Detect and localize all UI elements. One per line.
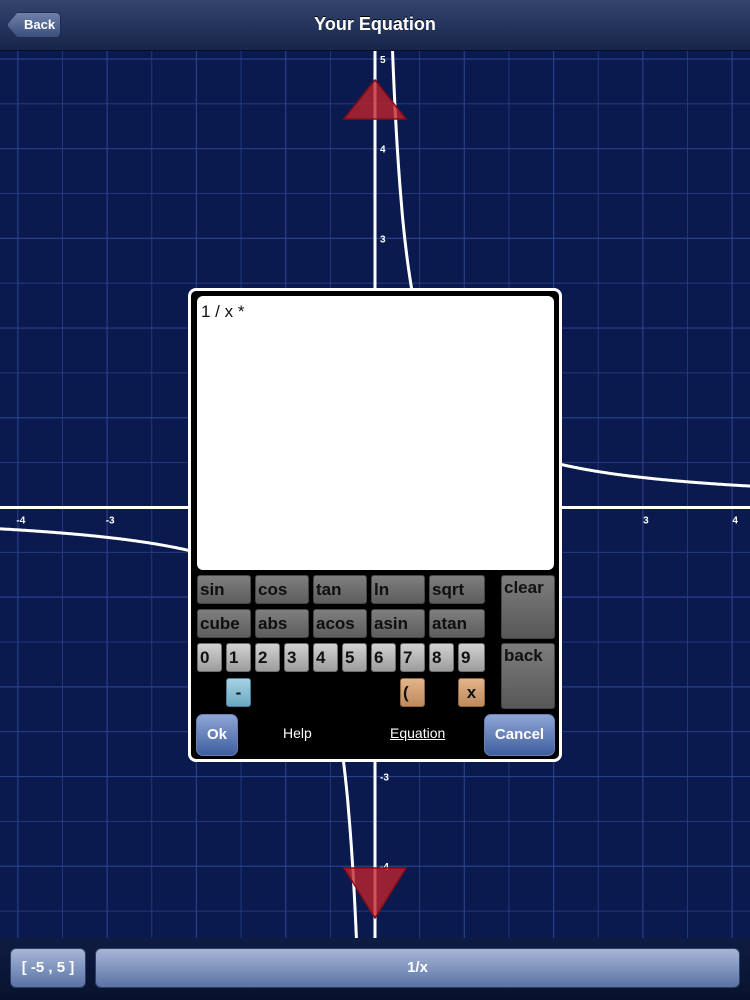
key-digit-8[interactable]: 8 [429, 643, 454, 672]
key-digit-0[interactable]: 0 [197, 643, 222, 672]
key-digit-1[interactable]: 1 [226, 643, 251, 672]
equation-editor-dialog: 1 / x * sin cos tan ln sqrt cube abs aco… [188, 288, 562, 762]
navigation-bar: Back Your Equation [0, 0, 750, 51]
page-title: Your Equation [314, 14, 436, 34]
range-button[interactable]: [ -5 , 5 ] [10, 948, 86, 988]
x-tick-label: 3 [643, 515, 649, 526]
key-ln[interactable]: ln [371, 575, 425, 604]
back-key[interactable]: back [501, 643, 555, 709]
equation-button[interactable]: 1/x [95, 948, 740, 988]
x-tick-label: 4 [732, 515, 738, 526]
clear-key[interactable]: clear [501, 575, 555, 639]
key-digit-6[interactable]: 6 [371, 643, 396, 672]
y-tick-label: 3 [380, 234, 386, 245]
key-sin[interactable]: sin [197, 575, 251, 604]
x-tick-label: -4 [16, 515, 25, 526]
key-abs[interactable]: abs [255, 609, 309, 638]
x-tick-label: -3 [106, 515, 115, 526]
cancel-button[interactable]: Cancel [484, 714, 555, 756]
key-digit-2[interactable]: 2 [255, 643, 280, 672]
ok-button[interactable]: Ok [196, 714, 238, 756]
y-tick-label: -3 [380, 773, 389, 784]
help-link[interactable]: Help [283, 725, 312, 741]
y-tick-label: 4 [380, 145, 386, 156]
key-digit-5[interactable]: 5 [342, 643, 367, 672]
key-digit-7[interactable]: 7 [400, 643, 425, 672]
expression-input[interactable]: 1 / x * [197, 296, 554, 570]
y-tick-label: 5 [380, 55, 386, 66]
equation-link[interactable]: Equation [390, 725, 445, 741]
open-paren-key[interactable]: ( [400, 678, 425, 707]
key-cos[interactable]: cos [255, 575, 309, 604]
key-digit-4[interactable]: 4 [313, 643, 338, 672]
key-tan[interactable]: tan [313, 575, 367, 604]
bottom-bar: [ -5 , 5 ] 1/x [0, 938, 750, 1000]
key-acos[interactable]: acos [313, 609, 367, 638]
key-sqrt[interactable]: sqrt [429, 575, 485, 604]
key-asin[interactable]: asin [371, 609, 425, 638]
minus-key[interactable]: - [226, 678, 251, 707]
x-variable-key[interactable]: x [458, 678, 485, 707]
key-atan[interactable]: atan [429, 609, 485, 638]
key-digit-9[interactable]: 9 [458, 643, 485, 672]
expression-text: 1 / x * [201, 302, 245, 321]
key-cube[interactable]: cube [197, 609, 251, 638]
key-digit-3[interactable]: 3 [284, 643, 309, 672]
